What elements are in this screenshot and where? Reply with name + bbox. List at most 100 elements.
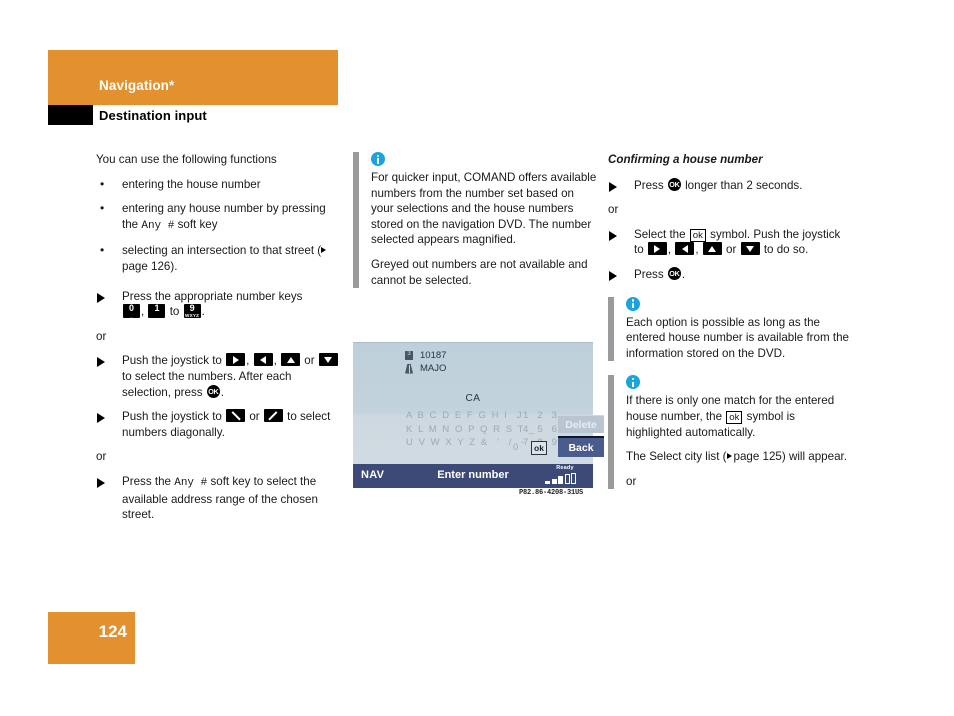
note-text: The Select city list ( (626, 450, 727, 464)
key-1[interactable]: 1 (148, 303, 166, 319)
middle-column: For quicker input, COMAND offers availab… (353, 152, 598, 302)
joystick-diagonal-up-right-icon[interactable] (263, 409, 283, 423)
note-accent-bar (608, 375, 614, 490)
joystick-left-icon[interactable] (253, 353, 273, 367)
bullet-icon: • (100, 176, 105, 191)
note-paragraph: If there is only one match for the enter… (626, 393, 853, 440)
joystick-left-icon[interactable] (675, 242, 695, 256)
step-text: Press (634, 178, 664, 192)
joystick-up-icon[interactable] (702, 242, 722, 256)
note-paragraph: Each option is possible as long as the e… (626, 315, 849, 360)
ok-symbol[interactable]: ok (726, 410, 743, 424)
step-press-ok: Press OK. (608, 266, 853, 283)
note-accent-bar (353, 152, 359, 289)
key-9[interactable]: 9 WXYZ (183, 303, 201, 319)
state-label: CA (465, 393, 481, 404)
ok-button-icon[interactable]: OK (667, 266, 681, 280)
list-item: • entering the house number (96, 177, 341, 193)
note-text-tail: ) will appear. (781, 450, 847, 464)
joystick-diagonal-up-left-icon[interactable] (226, 409, 246, 423)
left-column: You can use the following functions • en… (96, 152, 341, 532)
info-note: If there is only one match for the enter… (608, 375, 853, 490)
note-paragraph: Greyed out numbers are not available and… (371, 257, 588, 287)
ok-button-icon[interactable]: OK (206, 384, 220, 398)
subsection-heading: Confirming a house number (608, 153, 763, 166)
key-0[interactable]: 0 _ (123, 303, 140, 319)
page-ref-icon (321, 247, 327, 254)
step-text: Press the (122, 474, 171, 488)
step-arrow-icon (609, 181, 617, 192)
step-text: Push the joystick to (122, 354, 222, 368)
manual-page: Navigation* Destination input You can us… (0, 0, 954, 716)
step-arrow-icon (609, 270, 617, 281)
ok-key[interactable]: ok (531, 441, 547, 455)
note-paragraph: For quicker input, COMAND offers availab… (371, 171, 597, 247)
step-arrow-icon (97, 292, 105, 303)
bullet-text: selecting an intersection to that street… (122, 244, 322, 258)
step-arrow-icon (609, 230, 617, 241)
note-paragraph: The Select city list ( page 125) will app… (626, 449, 853, 465)
or-separator: or (96, 329, 107, 343)
ok-symbol[interactable]: ok (689, 228, 706, 242)
function-bullet-list: • entering the house number • entering a… (96, 177, 341, 275)
page-footer-banner: 124 (48, 612, 135, 664)
section-title: Destination input (99, 108, 207, 123)
house-number-icon (405, 349, 413, 360)
section-marker (48, 105, 93, 125)
step-press-number-keys: Press the appropriate number keys 0 _, 1 … (96, 289, 341, 320)
comand-screen-figure: 10187 MAJO CA A B C D E F G H I J K L M … (353, 342, 604, 488)
step-arrow-icon (97, 477, 105, 488)
joystick-up-icon[interactable] (281, 353, 301, 367)
right-column: Confirming a house number Press OK longe… (608, 152, 853, 503)
step-any-softkey: Press the Any # soft key to select the a… (96, 474, 341, 523)
bullet-icon: • (100, 201, 105, 216)
info-icon (371, 152, 385, 166)
step-press-ok-long: Press OK longer than 2 seconds. (608, 177, 853, 194)
signal-strength-icon (545, 473, 585, 484)
figure-caption: P82.86-4208-31US (519, 489, 584, 497)
info-icon (626, 375, 640, 390)
step-text: Select the (634, 227, 686, 241)
step-text-tail: to do so. (763, 243, 809, 257)
joystick-right-icon[interactable] (647, 242, 667, 256)
list-item: • entering any house number by pressing … (96, 201, 341, 234)
note-accent-bar (608, 296, 614, 362)
joystick-down-icon[interactable] (318, 353, 338, 367)
page-ref-icon (726, 453, 732, 460)
chapter-banner (48, 50, 338, 105)
page-reference[interactable]: page 125 (734, 450, 782, 463)
step-arrow-icon (97, 413, 105, 424)
or-separator: or (608, 203, 619, 217)
zero-key[interactable]: 0 (513, 442, 521, 453)
delete-button[interactable]: Delete (558, 415, 604, 433)
step-arrow-icon (97, 357, 105, 368)
ok-button-icon[interactable]: OK (667, 177, 681, 191)
softkey-label: Any # (141, 219, 175, 232)
address-readout: 10187 MAJO (405, 349, 446, 375)
step-joiner: to (169, 305, 180, 319)
step-joystick-select: Push the joystick to , , or to select th… (96, 353, 341, 400)
step-text: Press the appropriate number keys (122, 289, 303, 303)
bullet-text: entering the house number (122, 177, 261, 191)
bullet-text-tail: soft key (174, 217, 218, 231)
back-button[interactable]: Back (558, 436, 604, 457)
bullet-text-tail: ). (170, 259, 178, 273)
street-icon (405, 363, 413, 374)
page-reference[interactable]: page 126 (122, 260, 170, 273)
intro-text: You can use the following functions (96, 153, 277, 166)
list-item: • selecting an intersection to that stre… (96, 243, 341, 274)
street-value: MAJO (420, 363, 447, 374)
softkey-label[interactable]: Any # (174, 477, 207, 489)
status-bar: NAV Enter number Ready (353, 464, 593, 488)
step-text: Press (634, 267, 664, 281)
chapter-title: Navigation* (99, 78, 175, 93)
info-note: Each option is possible as long as the e… (608, 296, 853, 362)
step-select-ok-symbol: Select the ok symbol. Push the joystick … (608, 227, 853, 258)
page-number: 124 (98, 622, 127, 641)
joystick-down-icon[interactable] (740, 242, 760, 256)
info-icon (626, 296, 640, 311)
step-period: . (681, 267, 686, 281)
joystick-right-icon[interactable] (226, 353, 246, 367)
step-joystick-diagonal: Push the joystick to or to select number… (96, 409, 341, 440)
house-number-value: 10187 (420, 350, 447, 361)
